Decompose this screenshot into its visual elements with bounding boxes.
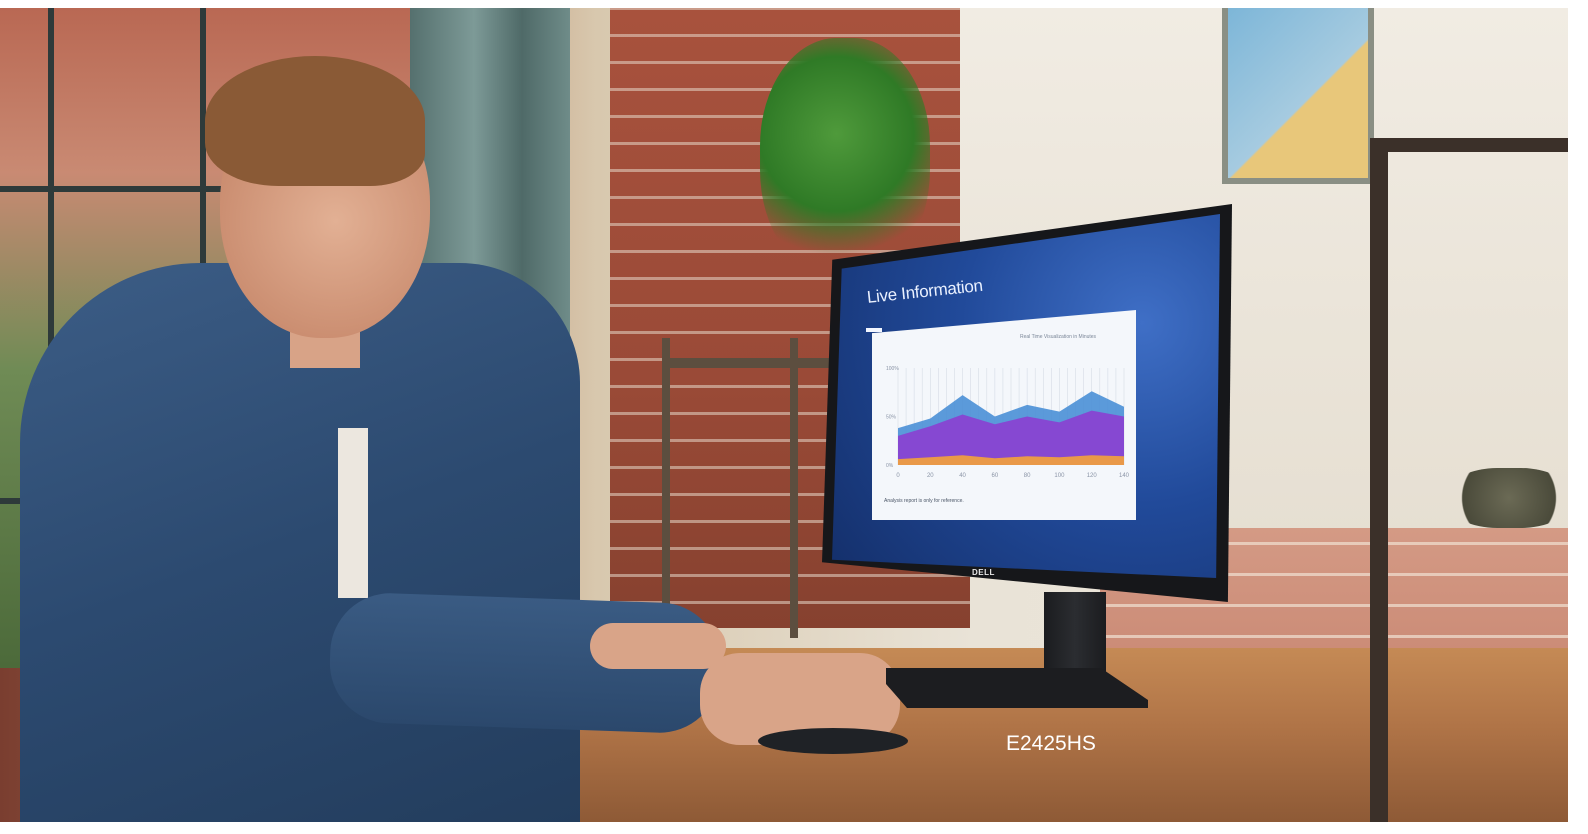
- chart-x-tick-label: 60: [992, 473, 999, 479]
- person-hair: [205, 56, 425, 186]
- brand-logo: DELL: [972, 568, 995, 577]
- chart-x-tick-label: 80: [1024, 473, 1031, 479]
- shelf-board: [662, 358, 838, 368]
- plant: [760, 38, 930, 278]
- chart-x-tick-label: 40: [959, 473, 966, 479]
- left-hand: [590, 623, 726, 669]
- chart-x-tick-label: 140: [1119, 473, 1130, 479]
- hero-image: Live Information Real Time Visualization…: [0, 8, 1568, 822]
- chart-x-tick-label: 120: [1087, 473, 1098, 479]
- wall-picture: [1222, 8, 1374, 184]
- screen-chart: 0 20 40 60 80 100 120 140 0% 50% 100%: [886, 366, 1130, 479]
- undershirt: [338, 428, 368, 598]
- chart-x-tick-label: 0: [896, 473, 900, 479]
- chart-caption: Real Time Visualization in Minutes: [1020, 334, 1097, 340]
- shelf-post: [790, 338, 798, 638]
- screen-accent-bar: [866, 328, 882, 332]
- chart-footnote: Analysis report is only for reference.: [884, 498, 964, 504]
- shelf-post: [662, 338, 670, 628]
- mouse: [758, 728, 908, 754]
- monitor-base: [886, 668, 1148, 708]
- chart-x-tick-label: 100: [1054, 473, 1065, 479]
- rocks-decor: [1450, 468, 1568, 528]
- model-label: E2425HS: [1006, 732, 1096, 755]
- chart-x-tick-label: 20: [927, 473, 934, 479]
- chart-y-tick-label: 50%: [886, 415, 897, 421]
- chart-y-tick-label: 100%: [886, 366, 899, 372]
- chart-y-tick-label: 0%: [886, 463, 894, 469]
